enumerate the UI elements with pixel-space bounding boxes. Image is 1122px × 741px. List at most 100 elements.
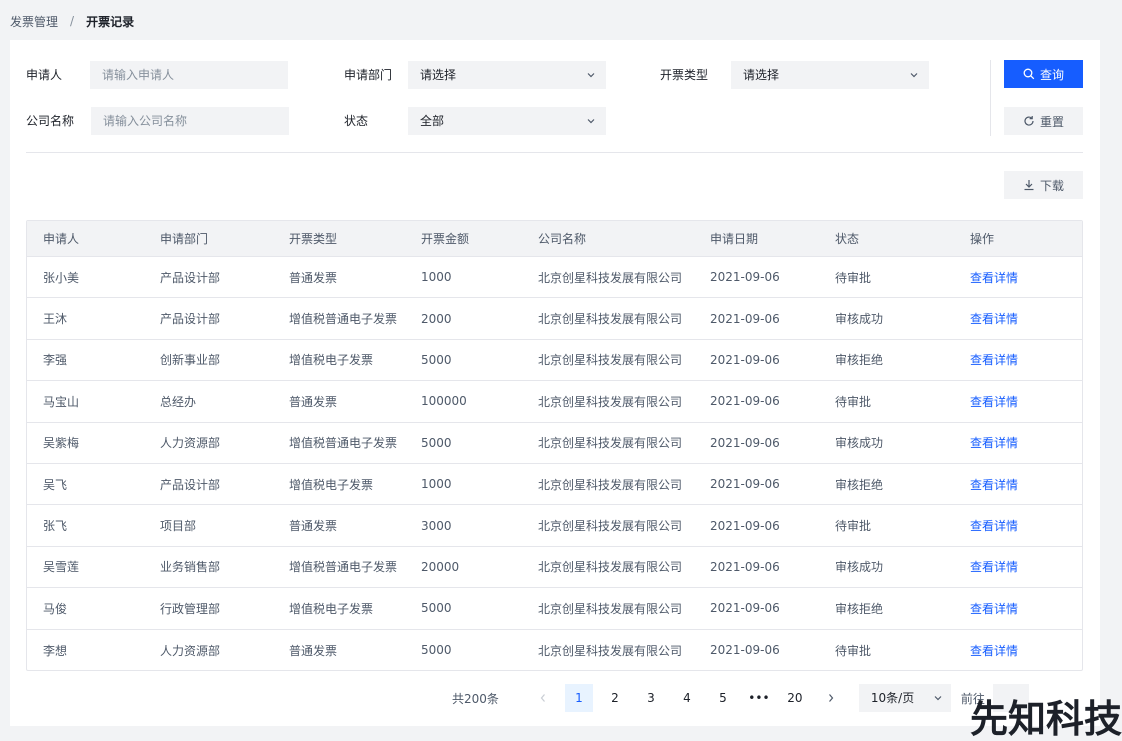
page-ellipsis[interactable]: •••: [745, 684, 773, 712]
table-cell: 北京创星科技发展有限公司: [538, 643, 683, 658]
table-cell: 总经办: [160, 394, 197, 409]
table-row: 吴飞 产品设计部 增值税电子发票 1000 北京创星科技发展有限公司 2021-09-06…: [27, 464, 1082, 506]
column-header: 开票金额: [421, 232, 470, 246]
table-cell: 普通发票: [289, 519, 338, 534]
table-cell: 王沐: [43, 312, 68, 327]
page-button[interactable]: 20: [781, 684, 809, 712]
table-row: 李想 人力资源部 普通发票 5000 北京创星科技发展有限公司 2021-09-06 待审批…: [27, 630, 1082, 670]
table-cell: 增值税普通电子发票: [289, 436, 398, 451]
table-cell: 2021-09-06: [710, 518, 780, 533]
table-cell: 2021-09-06: [710, 477, 780, 492]
table-row: 王沐 产品设计部 增值税普通电子发票 2000 北京创星科技发展有限公司 2021-09-…: [27, 298, 1082, 340]
chevron-right-icon: [828, 694, 834, 702]
table-cell: 产品设计部: [160, 270, 221, 285]
table-cell: 2021-09-06: [710, 270, 780, 285]
table-cell: 张飞: [43, 519, 68, 534]
page-list: 1 2 3 4 5 ••• 20: [564, 684, 817, 712]
table-row: 张飞 项目部 普通发票 3000 北京创星科技发展有限公司 2021-09-06 待审批 查看…: [27, 505, 1082, 547]
filter-divider-horizontal: [26, 152, 1083, 153]
company-input[interactable]: 请输入公司名称: [91, 107, 289, 135]
page-button[interactable]: 1: [564, 684, 593, 712]
status-label: 状态: [344, 114, 369, 128]
status-select[interactable]: 全部: [408, 107, 606, 135]
column-header: 开票类型: [289, 232, 338, 246]
table-cell: 北京创星科技发展有限公司: [538, 477, 683, 492]
filter-divider-vertical: [990, 60, 991, 136]
table-cell: 北京创星科技发展有限公司: [538, 270, 683, 285]
watermark-logo: 先知科技: [969, 697, 1122, 741]
page-button[interactable]: 2: [601, 684, 629, 712]
table-cell: 李想: [43, 643, 68, 658]
table-cell: 人力资源部: [160, 436, 221, 451]
table-cell: 2021-09-06: [710, 352, 780, 367]
page-size-select[interactable]: 10条/页: [858, 684, 951, 712]
download-icon: [1023, 179, 1035, 191]
download-button-label: 下载: [1039, 178, 1064, 193]
table-cell: 2021-09-06: [710, 559, 780, 574]
chevron-down-icon: [933, 684, 943, 712]
reset-button[interactable]: 重置: [1004, 107, 1083, 135]
view-details-link[interactable]: 查看详情: [970, 600, 1070, 617]
table-cell: 马俊: [43, 601, 68, 616]
pagination: 共200条 1 2 3 4 5 ••• 20 10条/页 前往: [452, 684, 1029, 712]
table-cell: 项目部: [160, 519, 197, 534]
column-header: 申请部门: [160, 232, 209, 246]
chevron-left-icon: [540, 694, 545, 702]
view-details-link[interactable]: 查看详情: [970, 269, 1070, 286]
table-header: 申请人 申请部门 开票类型 开票金额 公司名称 申请日期 状态 操作: [27, 221, 1082, 257]
table-row: 马俊 行政管理部 增值税电子发票 5000 北京创星科技发展有限公司 2021-09-06…: [27, 588, 1082, 630]
view-details-link[interactable]: 查看详情: [970, 393, 1070, 410]
table-cell: 业务销售部: [160, 560, 221, 575]
department-select[interactable]: 请选择: [408, 61, 606, 89]
reset-button-label: 重置: [1039, 114, 1064, 129]
main-card: 申请人 请输入申请人 申请部门 请选择 开票类型 请选择 公司名称 请输入公司名…: [10, 40, 1100, 726]
table-cell: 100000: [421, 394, 467, 409]
table-cell: 增值税电子发票: [289, 353, 374, 368]
table-cell: 增值税普通电子发票: [289, 312, 398, 327]
table-cell: 2021-09-06: [710, 394, 780, 409]
invoice-type-select-value: 请选择: [743, 68, 780, 82]
view-details-link[interactable]: 查看详情: [970, 642, 1070, 659]
search-button[interactable]: 查询: [1004, 60, 1083, 88]
view-details-link[interactable]: 查看详情: [970, 517, 1070, 534]
table-cell: 人力资源部: [160, 643, 221, 658]
table-cell: 审核成功: [835, 436, 884, 451]
prev-page-button[interactable]: [529, 684, 557, 712]
page-button[interactable]: 3: [637, 684, 665, 712]
table-cell: 普通发票: [289, 270, 338, 285]
table-cell: 吴飞: [43, 477, 68, 492]
invoice-type-label: 开票类型: [660, 68, 709, 82]
view-details-link[interactable]: 查看详情: [970, 310, 1070, 327]
department-label: 申请部门: [344, 68, 393, 82]
breadcrumb-parent[interactable]: 发票管理: [10, 13, 58, 30]
table-cell: 李强: [43, 353, 68, 368]
view-details-link[interactable]: 查看详情: [970, 558, 1070, 575]
applicant-input[interactable]: 请输入申请人: [90, 61, 288, 89]
table-cell: 增值税电子发票: [289, 477, 374, 492]
table-cell: 5000: [421, 601, 452, 616]
chevron-down-icon: [586, 107, 596, 135]
view-details-link[interactable]: 查看详情: [970, 476, 1070, 493]
table-cell: 增值税普通电子发票: [289, 560, 398, 575]
download-button[interactable]: 下载: [1004, 171, 1083, 199]
page-button[interactable]: 5: [709, 684, 737, 712]
view-details-link[interactable]: 查看详情: [970, 351, 1070, 368]
table-cell: 北京创星科技发展有限公司: [538, 519, 683, 534]
table-cell: 2021-09-06: [710, 311, 780, 326]
invoice-type-select[interactable]: 请选择: [731, 61, 929, 89]
table-cell: 普通发票: [289, 394, 338, 409]
table-cell: 审核成功: [835, 312, 884, 327]
table-cell: 北京创星科技发展有限公司: [538, 436, 683, 451]
table-row: 吴紫梅 人力资源部 增值税普通电子发票 5000 北京创星科技发展有限公司 2021-09…: [27, 423, 1082, 464]
table-cell: 北京创星科技发展有限公司: [538, 394, 683, 409]
invoice-table: 申请人 申请部门 开票类型 开票金额 公司名称 申请日期 状态 操作 张小美 产品…: [26, 220, 1083, 671]
table-cell: 审核拒绝: [835, 353, 884, 368]
department-select-value: 请选择: [420, 68, 457, 82]
table-row: 吴雪莲 业务销售部 增值税普通电子发票 20000 北京创星科技发展有限公司 2021-0…: [27, 547, 1082, 589]
column-header: 申请人: [43, 232, 80, 246]
table-cell: 北京创星科技发展有限公司: [538, 560, 683, 575]
page-button[interactable]: 4: [673, 684, 701, 712]
table-row: 张小美 产品设计部 普通发票 1000 北京创星科技发展有限公司 2021-09-06 待审…: [27, 257, 1082, 299]
view-details-link[interactable]: 查看详情: [970, 434, 1070, 451]
next-page-button[interactable]: [817, 684, 845, 712]
